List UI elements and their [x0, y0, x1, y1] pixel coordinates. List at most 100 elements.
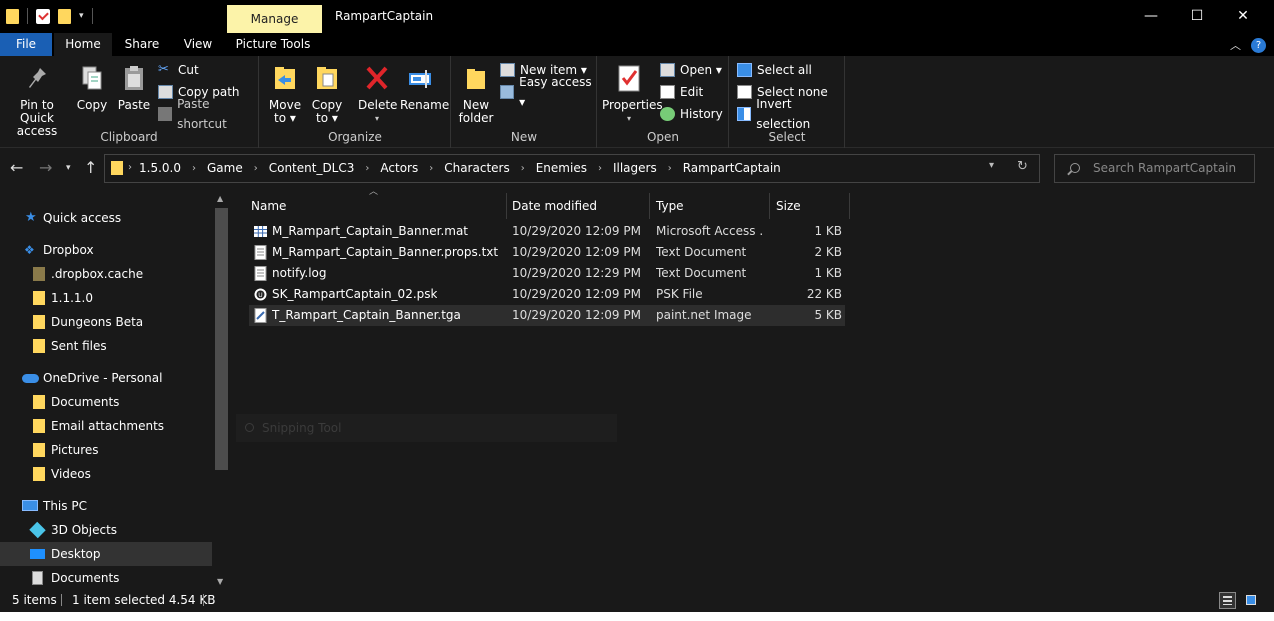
table-row[interactable]: U SK_RampartCaptain_02.psk 10/29/2020 12…: [249, 284, 845, 305]
cut-button[interactable]: ✂ Cut: [158, 60, 199, 80]
properties-dropdown-icon[interactable]: ▾: [602, 112, 656, 125]
sidebar-item-3d-objects[interactable]: 3D Objects: [0, 518, 212, 542]
sidebar-item-dungeons-beta[interactable]: Dungeons Beta: [0, 310, 212, 334]
delete-button[interactable]: Delete ▾: [358, 64, 397, 125]
breadcrumb-item[interactable]: Actors: [380, 161, 418, 175]
properties-icon[interactable]: [36, 8, 50, 24]
details-view-button[interactable]: [1219, 592, 1236, 609]
new-group-label: New: [510, 130, 538, 144]
up-icon[interactable]: ↑: [84, 158, 97, 177]
sidebar-item-documents[interactable]: Documents: [0, 390, 212, 414]
chevron-right-icon[interactable]: ›: [365, 163, 369, 174]
properties-button[interactable]: Properties ▾: [602, 64, 663, 125]
close-button[interactable]: ✕: [1220, 0, 1266, 33]
history-icon: [660, 107, 675, 121]
sidebar-item-this-pc[interactable]: This PC: [0, 494, 212, 518]
sidebar-item-label: Dropbox: [43, 243, 94, 257]
customize-toolbar-icon[interactable]: ▾: [79, 11, 84, 21]
collapse-ribbon-icon[interactable]: ︿: [1230, 37, 1241, 53]
table-row[interactable]: notify.log 10/29/2020 12:29 PM Text Docu…: [249, 263, 845, 284]
help-icon[interactable]: ?: [1251, 37, 1266, 53]
new-folder-icon[interactable]: [58, 8, 71, 24]
rename-button[interactable]: Rename: [400, 64, 449, 112]
large-icons-view-button[interactable]: [1243, 592, 1260, 609]
breadcrumb-item[interactable]: Game: [207, 161, 243, 175]
sidebar-item-dropbox-cache[interactable]: .dropbox.cache: [0, 262, 212, 286]
column-header-type[interactable]: Type: [650, 193, 770, 219]
new-folder-button[interactable]: New folder: [456, 64, 496, 125]
refresh-icon[interactable]: ↻: [1017, 159, 1028, 174]
sidebar-item-quick-access[interactable]: ★ Quick access: [0, 206, 212, 230]
new-item-icon: [500, 63, 515, 77]
column-header-date[interactable]: Date modified: [506, 193, 650, 219]
recent-locations-icon[interactable]: ▾: [66, 163, 71, 173]
chevron-down-icon[interactable]: ▾: [989, 160, 994, 171]
tab-share[interactable]: Share: [118, 33, 166, 56]
search-input[interactable]: Search RampartCaptain: [1054, 154, 1255, 183]
chevron-right-icon[interactable]: ›: [668, 163, 672, 174]
history-button[interactable]: History: [660, 104, 723, 124]
pin-to-quick-access-button[interactable]: Pin to Quick access: [4, 64, 70, 138]
tab-home[interactable]: Home: [54, 33, 112, 56]
sidebar-item-documents-pc[interactable]: Documents: [0, 566, 212, 590]
open-group-label: Open: [646, 130, 680, 144]
sidebar-item-sent-files[interactable]: Sent files: [0, 334, 212, 358]
tab-picture-tools[interactable]: Picture Tools: [232, 33, 314, 56]
sidebar-item-videos[interactable]: Videos: [0, 462, 212, 486]
sidebar-item-email-attachments[interactable]: Email attachments: [0, 414, 212, 438]
tab-manage[interactable]: Manage: [227, 5, 322, 33]
breadcrumb-item[interactable]: Characters: [444, 161, 510, 175]
maximize-button[interactable]: ☐: [1174, 0, 1220, 33]
breadcrumb-item[interactable]: Content_DLC3: [269, 161, 355, 175]
select-all-button[interactable]: Select all: [737, 60, 812, 80]
sidebar-item-pictures[interactable]: Pictures: [0, 438, 212, 462]
column-header-name[interactable]: Name: [245, 193, 507, 219]
breadcrumb-item[interactable]: 1.5.0.0: [139, 161, 181, 175]
paste-button[interactable]: Paste: [115, 64, 153, 112]
tab-file[interactable]: File: [0, 33, 52, 56]
folder-icon: [33, 315, 45, 329]
sidebar-item-1-1-1-0[interactable]: 1.1.1.0: [0, 286, 212, 310]
column-header-size[interactable]: Size: [770, 193, 850, 219]
pin-icon: [29, 68, 46, 88]
scroll-down-icon[interactable]: ▼: [217, 577, 223, 586]
scroll-up-icon[interactable]: ▲: [217, 194, 223, 203]
large-icons-view-icon: [1246, 595, 1256, 605]
easy-access-button[interactable]: Easy access ▾: [500, 75, 596, 109]
table-file-icon: [254, 226, 267, 237]
chevron-right-icon[interactable]: ›: [598, 163, 602, 174]
easy-access-label: Easy access ▾: [519, 75, 592, 109]
chevron-right-icon[interactable]: ›: [254, 163, 258, 174]
copy-to-button[interactable]: Copy to ▾: [310, 64, 344, 125]
desktop-icon: [30, 549, 45, 559]
chevron-right-icon[interactable]: ›: [192, 163, 196, 174]
edit-button[interactable]: Edit: [660, 82, 703, 102]
breadcrumb-item[interactable]: Enemies: [536, 161, 587, 175]
table-row[interactable]: M_Rampart_Captain_Banner.props.txt 10/29…: [249, 242, 845, 263]
sidebar-item-dropbox[interactable]: ❖ Dropbox: [0, 238, 212, 262]
invert-selection-button[interactable]: Invert selection: [737, 97, 844, 131]
folder-icon: [6, 8, 19, 24]
nav-scrollbar[interactable]: ▲ ▼: [213, 194, 230, 589]
breadcrumb-item[interactable]: RampartCaptain: [683, 161, 781, 175]
table-row[interactable]: M_Rampart_Captain_Banner.mat 10/29/2020 …: [249, 221, 845, 242]
tab-view[interactable]: View: [172, 33, 224, 56]
chevron-right-icon[interactable]: ›: [521, 163, 525, 174]
chevron-right-icon[interactable]: ›: [429, 163, 433, 174]
sidebar-item-onedrive[interactable]: OneDrive - Personal: [0, 366, 212, 390]
file-date: 10/29/2020 12:09 PM: [512, 308, 641, 322]
delete-dropdown-icon[interactable]: ▾: [358, 112, 396, 125]
address-bar[interactable]: › 1.5.0.0 › Game › Content_DLC3 › Actors › C…: [104, 154, 1040, 183]
sidebar-item-desktop[interactable]: Desktop: [0, 542, 212, 566]
minimize-button[interactable]: —: [1128, 0, 1174, 33]
back-icon[interactable]: ←: [10, 158, 23, 177]
scrollbar-thumb[interactable]: [215, 208, 228, 470]
table-row-selected[interactable]: T_Rampart_Captain_Banner.tga 10/29/2020 …: [249, 305, 845, 326]
copy-button[interactable]: Copy: [74, 64, 110, 112]
forward-icon[interactable]: →: [39, 158, 52, 177]
open-button[interactable]: Open ▾: [660, 60, 722, 80]
breadcrumb-item[interactable]: Illagers: [613, 161, 657, 175]
pin-label-1: Pin to Quick: [20, 98, 54, 125]
paste-shortcut-icon: [158, 107, 173, 121]
move-to-button[interactable]: Move to ▾: [268, 64, 302, 125]
